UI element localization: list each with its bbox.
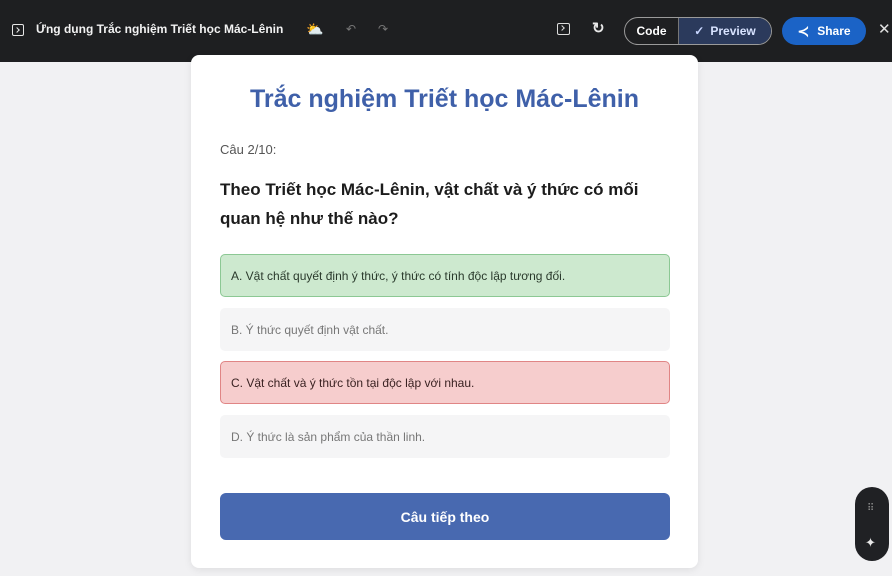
next-question-button[interactable]: Câu tiếp theo <box>220 493 670 540</box>
sparkle-icon[interactable]: ✦ <box>865 535 876 551</box>
question-text: Theo Triết học Mác-Lênin, vật chất và ý … <box>220 180 639 228</box>
option-a[interactable]: A. Vật chất quyết định ý thức, ý thức có… <box>220 254 670 297</box>
close-icon[interactable]: ✕ <box>878 20 891 38</box>
code-tab[interactable]: Code <box>625 18 679 44</box>
share-button[interactable]: ≺ Share <box>782 17 866 45</box>
redo-icon[interactable]: ↷ <box>378 22 388 36</box>
check-icon: ✓ <box>694 24 705 38</box>
grid-icon[interactable]: ⠿ <box>867 503 874 514</box>
undo-icon[interactable]: ↶ <box>346 22 356 36</box>
question-counter: Câu 2/10: <box>220 142 277 157</box>
option-d-label: D. Ý thức là sản phẩm của thần linh. <box>231 429 426 444</box>
preview-label: Preview <box>710 24 756 38</box>
option-b-label: B. Ý thức quyết định vật chất. <box>231 322 389 337</box>
preview-tab[interactable]: ✓ Preview <box>679 18 771 44</box>
refresh-icon[interactable]: ↻ <box>592 19 605 37</box>
share-icon: ≺ <box>797 22 810 39</box>
terminal-icon[interactable] <box>557 23 570 35</box>
top-bar: Ứng dụng Trắc nghiệm Triết học Mác-Lênin… <box>0 0 892 62</box>
option-b[interactable]: B. Ý thức quyết định vật chất. <box>220 308 670 351</box>
code-preview-toggle: Code ✓ Preview <box>624 17 772 45</box>
option-c[interactable]: C. Vật chất và ý thức tồn tại độc lập vớ… <box>220 361 670 404</box>
app-icon <box>12 24 24 36</box>
option-d[interactable]: D. Ý thức là sản phẩm của thần linh. <box>220 415 670 458</box>
option-c-label: C. Vật chất và ý thức tồn tại độc lập vớ… <box>231 375 475 390</box>
option-a-label: A. Vật chất quyết định ý thức, ý thức có… <box>231 268 566 283</box>
app-title: Ứng dụng Trắc nghiệm Triết học Mác-Lênin <box>36 22 284 36</box>
cloud-icon[interactable]: ⛅ <box>306 21 323 38</box>
share-label: Share <box>817 24 851 38</box>
quiz-title: Trắc nghiệm Triết học Mác-Lênin <box>250 85 639 113</box>
floating-toolbar: ⠿ ✦ <box>855 487 889 561</box>
quiz-card: Trắc nghiệm Triết học Mác-Lênin Câu 2/10… <box>191 55 698 568</box>
